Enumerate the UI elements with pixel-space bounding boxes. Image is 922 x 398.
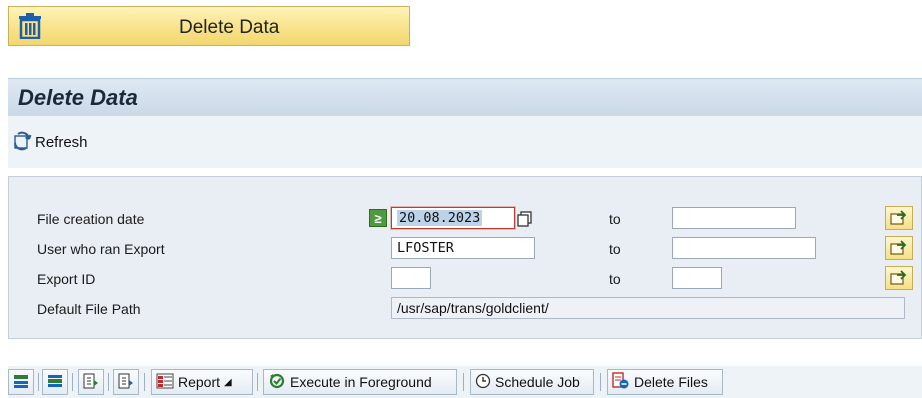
user-who-ran-export-to[interactable]	[672, 237, 816, 259]
application-toolbar: Report ◢ Execute in Foreground Schedule …	[8, 366, 922, 398]
select-block-icon	[82, 372, 100, 393]
dropdown-arrow-icon: ◢	[224, 376, 232, 388]
delete-files-button[interactable]: Delete Files	[607, 369, 723, 395]
file-creation-date-row: File creation date ≥ 20.08.2023 to	[29, 206, 922, 231]
execute-in-foreground-button[interactable]: Execute in Foreground	[263, 369, 457, 395]
file-creation-date-label: File creation date	[37, 211, 145, 227]
export-id-from[interactable]	[391, 267, 431, 289]
to-label: to	[609, 241, 621, 257]
deselect-all-button[interactable]	[42, 369, 68, 395]
delete-data-launch-button[interactable]: Delete Data	[8, 6, 410, 46]
select-all-button[interactable]	[8, 369, 34, 395]
report-icon	[156, 373, 174, 392]
required-indicator-icon: ≥	[369, 209, 387, 227]
file-creation-date-from[interactable]: 20.08.2023	[391, 207, 515, 229]
default-file-path-row: Default File Path /usr/sap/trans/goldcli…	[29, 297, 922, 321]
file-creation-date-to[interactable]	[672, 207, 796, 229]
multiple-selection-icon	[890, 209, 908, 228]
selection-panel: File creation date ≥ 20.08.2023 to User …	[8, 176, 922, 339]
export-id-to[interactable]	[672, 267, 722, 289]
to-label: to	[609, 211, 621, 227]
multiple-selection-icon	[890, 269, 908, 288]
launch-button-label: Delete Data	[179, 17, 280, 38]
default-file-path-field[interactable]: /usr/sap/trans/goldclient/	[391, 297, 905, 319]
report-button[interactable]: Report ◢	[151, 369, 253, 395]
user-export-row: User who ran Export LFOSTER to	[29, 236, 922, 261]
multiple-selection-button[interactable]	[885, 266, 913, 290]
calendar-help-icon[interactable]	[517, 211, 533, 230]
trash-icon	[17, 13, 43, 42]
refresh-label: Refresh	[35, 134, 88, 151]
refresh-button[interactable]: Refresh	[12, 131, 88, 154]
multiple-selection-button[interactable]	[885, 206, 913, 230]
page-title: Delete Data	[18, 85, 138, 110]
multiple-selection-button[interactable]	[885, 236, 913, 260]
export-id-row: Export ID to	[29, 266, 922, 291]
toolbar: Refresh	[8, 116, 922, 168]
user-who-ran-export-label: User who ran Export	[37, 241, 165, 257]
deselect-block-button[interactable]	[113, 369, 139, 395]
deselect-all-icon	[46, 372, 64, 393]
deselect-block-icon	[117, 372, 135, 393]
default-file-path-label: Default File Path	[37, 301, 141, 317]
execute-label: Execute in Foreground	[290, 374, 432, 390]
export-id-label: Export ID	[37, 271, 96, 287]
execute-icon	[268, 372, 286, 393]
user-who-ran-export-from[interactable]: LFOSTER	[391, 237, 535, 259]
select-all-icon	[12, 372, 30, 393]
to-label: to	[609, 271, 621, 287]
multiple-selection-icon	[890, 239, 908, 258]
clock-icon	[475, 373, 491, 392]
select-block-button[interactable]	[78, 369, 104, 395]
title-bar: Delete Data	[8, 78, 922, 117]
schedule-job-button[interactable]: Schedule Job	[470, 369, 594, 395]
refresh-icon	[12, 131, 32, 154]
report-label: Report	[178, 374, 221, 390]
delete-files-icon	[612, 371, 630, 393]
delete-files-label: Delete Files	[634, 374, 708, 390]
schedule-job-label: Schedule Job	[495, 374, 580, 390]
